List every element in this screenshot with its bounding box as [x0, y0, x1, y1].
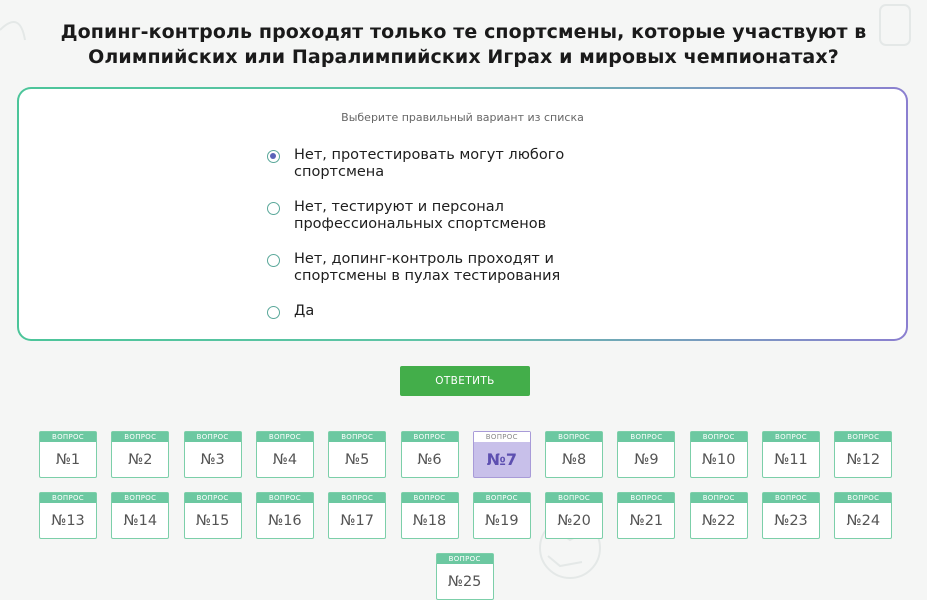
question-number: №10: [701, 451, 736, 468]
question-caption: ВОПРОС: [473, 432, 530, 442]
option-label: Да: [294, 303, 315, 319]
option-3[interactable]: Нет, допинг-контроль проходят и спортсме…: [267, 251, 627, 285]
question-caption: ВОПРОС: [835, 493, 892, 503]
question-number: №12: [846, 451, 881, 468]
question-nav-button[interactable]: ВОПРОС №16: [255, 492, 314, 539]
question-number: №25: [447, 573, 482, 590]
question-nav-button[interactable]: ВОПРОС №14: [111, 492, 170, 539]
question-nav-button[interactable]: ВОПРОС №21: [617, 492, 676, 539]
question-caption: ВОПРОС: [473, 493, 530, 503]
question-caption: ВОПРОС: [329, 432, 386, 442]
question-number: №15: [195, 512, 230, 529]
radio-icon[interactable]: [267, 254, 280, 267]
question-caption: ВОПРОС: [690, 493, 747, 503]
question-number: №23: [774, 512, 808, 529]
question-caption: ВОПРОС: [184, 432, 241, 442]
question-caption: ВОПРОС: [401, 432, 458, 442]
option-1[interactable]: Нет, протестировать могут любого спортсм…: [267, 147, 627, 181]
question-caption: ВОПРОС: [546, 432, 603, 442]
question-number: №22: [701, 512, 736, 529]
question-nav-button[interactable]: ВОПРОС №22: [689, 492, 748, 539]
question-caption: ВОПРОС: [436, 554, 493, 564]
answer-card: Выберите правильный вариант из списка Не…: [17, 87, 908, 341]
question-title: Допинг-контроль проходят только те спорт…: [60, 21, 867, 68]
option-label: Нет, тестируют и персонал профессиональн…: [294, 199, 547, 232]
question-number: №19: [485, 512, 519, 529]
question-number: №4: [272, 451, 298, 468]
question-caption: ВОПРОС: [763, 432, 819, 442]
question-nav-button[interactable]: ВОПРОС №4: [255, 431, 314, 478]
question-caption: ВОПРОС: [40, 432, 96, 442]
question-number: №24: [846, 512, 881, 529]
question-nav-button[interactable]: ВОПРОС №5: [328, 431, 387, 478]
question-nav-button[interactable]: ВОПРОС №25: [435, 553, 494, 600]
question-nav-button[interactable]: ВОПРОС №19: [472, 492, 531, 539]
question-caption: ВОПРОС: [184, 493, 241, 503]
question-number: №5: [345, 451, 370, 468]
question-number: №9: [634, 451, 659, 468]
question-caption: ВОПРОС: [112, 493, 169, 503]
option-label: Нет, допинг-контроль проходят и спортсме…: [294, 251, 561, 284]
question-caption: ВОПРОС: [256, 432, 313, 442]
question-number: №16: [268, 512, 302, 529]
question-nav-button[interactable]: ВОПРОС №9: [617, 431, 676, 478]
question-number: №14: [123, 512, 158, 529]
question-caption: ВОПРОС: [618, 493, 675, 503]
question-number: №2: [128, 451, 153, 468]
radio-icon[interactable]: [267, 202, 280, 215]
question-caption: ВОПРОС: [690, 432, 747, 442]
question-caption: ВОПРОС: [835, 432, 892, 442]
question-nav-button[interactable]: ВОПРОС №17: [328, 492, 387, 539]
question-caption: ВОПРОС: [40, 493, 96, 503]
option-label: Нет, протестировать могут любого спортсм…: [294, 147, 565, 180]
question-caption: ВОПРОС: [256, 493, 313, 503]
radio-icon[interactable]: [267, 306, 280, 319]
question-nav-button[interactable]: ВОПРОС №20: [545, 492, 604, 539]
question-number: №6: [417, 451, 442, 468]
answer-options: Нет, протестировать могут любого спортсм…: [267, 147, 627, 338]
question-nav-button[interactable]: ВОПРОС №23: [762, 492, 820, 539]
question-nav-button[interactable]: ВОПРОС №7: [472, 431, 531, 478]
question-nav-button[interactable]: ВОПРОС №24: [834, 492, 893, 539]
question-number: №11: [774, 451, 808, 468]
question-nav-button[interactable]: ВОПРОС №2: [111, 431, 170, 478]
question-number: №17: [340, 512, 374, 529]
option-4[interactable]: Да: [267, 303, 627, 320]
radio-selected-icon[interactable]: [267, 150, 280, 163]
question-nav-button[interactable]: ВОПРОС №15: [183, 492, 242, 539]
question-number: №1: [55, 451, 81, 468]
question-caption: ВОПРОС: [546, 493, 603, 503]
instruction-hint: Выберите правильный вариант из списка: [341, 111, 584, 124]
question-nav-button[interactable]: ВОПРОС №6: [400, 431, 459, 478]
question-caption: ВОПРОС: [112, 432, 169, 442]
question-number: №13: [51, 512, 85, 529]
question-nav-button[interactable]: ВОПРОС №3: [183, 431, 242, 478]
question-nav-button[interactable]: ВОПРОС №12: [834, 431, 893, 478]
question-number: №3: [200, 451, 225, 468]
question-caption: ВОПРОС: [329, 493, 386, 503]
question-nav-button[interactable]: ВОПРОС №10: [689, 431, 748, 478]
question-number: №8: [561, 451, 587, 468]
question-nav-button[interactable]: ВОПРОС №13: [39, 492, 97, 539]
question-nav-button[interactable]: ВОПРОС №8: [545, 431, 604, 478]
question-number: №18: [412, 512, 447, 529]
submit-answer-button[interactable]: ОТВЕТИТЬ: [400, 366, 530, 396]
question-caption: ВОПРОС: [618, 432, 675, 442]
question-caption: ВОПРОС: [401, 493, 458, 503]
question-nav-button[interactable]: ВОПРОС №11: [762, 431, 820, 478]
question-number: №20: [557, 512, 591, 529]
question-number: №21: [629, 512, 664, 529]
question-number: №7: [486, 450, 517, 469]
question-nav-button[interactable]: ВОПРОС №1: [39, 431, 97, 478]
question-caption: ВОПРОС: [763, 493, 819, 503]
option-2[interactable]: Нет, тестируют и персонал профессиональн…: [267, 199, 627, 233]
question-nav-button[interactable]: ВОПРОС №18: [400, 492, 459, 539]
